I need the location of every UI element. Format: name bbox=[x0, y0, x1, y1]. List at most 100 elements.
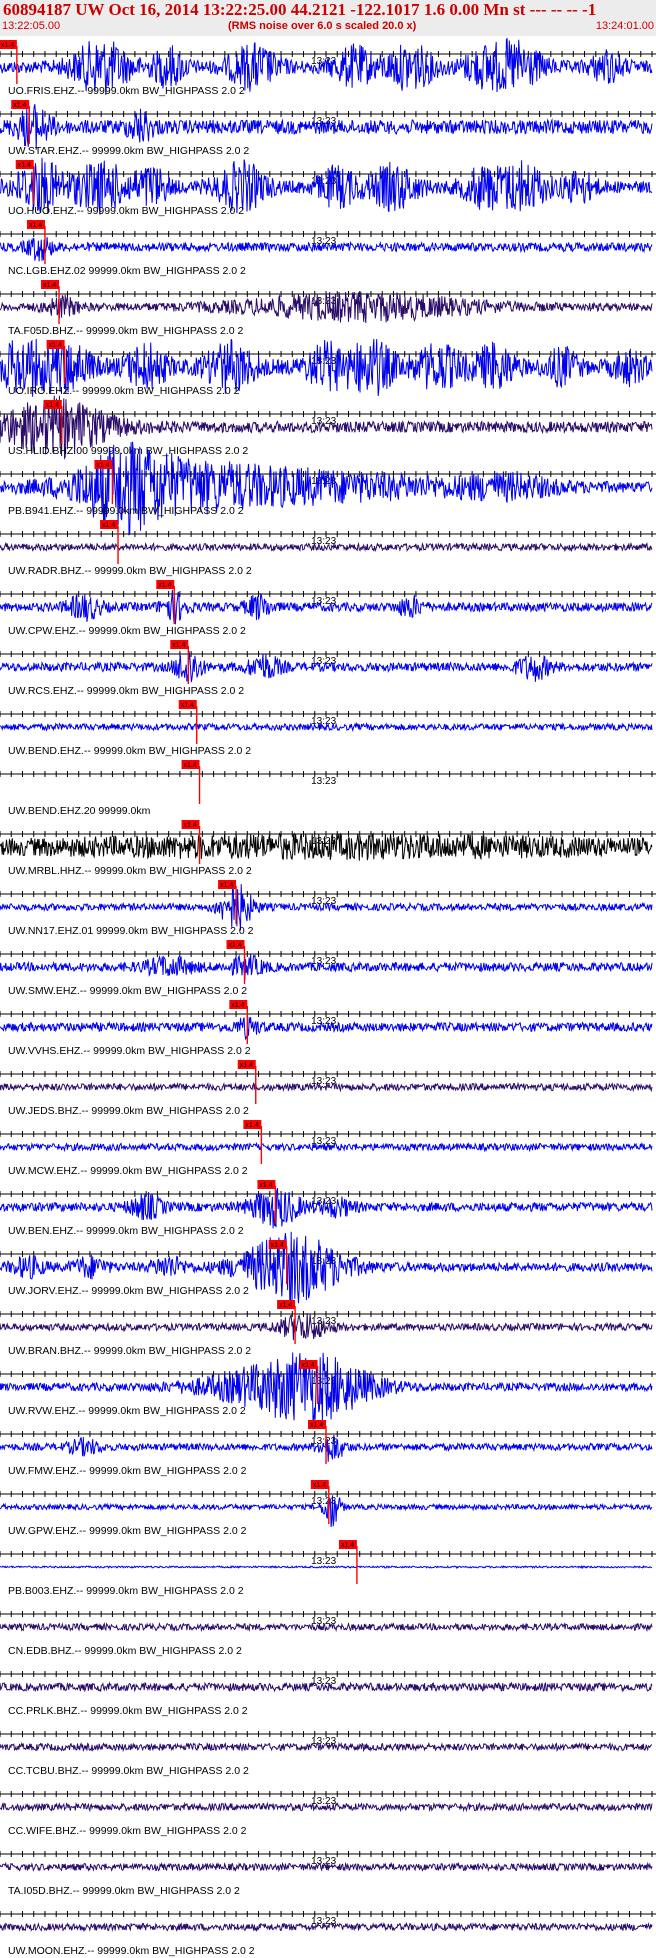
trace-row: 13:23UW.BEN.EHZ.-- 99999.0km BW_HIGHPASS… bbox=[0, 1180, 656, 1237]
trace-row: 13:23UW.FMW.EHZ.-- 99999.0km BW_HIGHPASS… bbox=[0, 1420, 656, 1477]
pick-marker-label: x1.4 bbox=[1, 42, 14, 49]
pick-marker-label: x1.4 bbox=[184, 822, 197, 829]
station-label: UW.RCS.EHZ.-- 99999.0km BW_HIGHPASS 2.0 … bbox=[8, 685, 244, 697]
waveform-trace bbox=[0, 291, 653, 324]
trace-row: 13:23UO.IRO.EHZ.-- 99999.0km BW_HIGHPASS… bbox=[0, 338, 656, 397]
trace-row: 13:23NC.LGB.EHZ.02 99999.0km BW_HIGHPASS… bbox=[0, 220, 656, 277]
station-label: UW.FMW.EHZ.-- 99999.0km BW_HIGHPASS 2.0 … bbox=[8, 1465, 247, 1477]
trace-row: 13:23CN.EDB.BHZ.-- 99999.0km BW_HIGHPASS… bbox=[0, 1611, 656, 1657]
pick-marker-label: x1.4 bbox=[271, 1242, 284, 1249]
trace-row: 13:23US.HLID.BHZ.00 99999.0km BW_HIGHPAS… bbox=[0, 395, 656, 460]
minute-tick-label: 13:23 bbox=[311, 776, 336, 787]
minute-tick-label: 13:23 bbox=[311, 1556, 336, 1567]
trace-row: 13:23UW.MCW.EHZ.-- 99999.0km BW_HIGHPASS… bbox=[0, 1120, 656, 1177]
station-label: UW.NN17.EHZ.01 99999.0km BW_HIGHPASS 2.0… bbox=[8, 925, 254, 937]
pick-marker-label: x1.4 bbox=[158, 582, 171, 589]
station-label: UW.CPW.EHZ.-- 99999.0km BW_HIGHPASS 2.0 … bbox=[8, 625, 246, 637]
rms-noise-note: (RMS noise over 6.0 s scaled 20.0 x) bbox=[228, 20, 417, 32]
pick-marker-label: x1.4 bbox=[310, 1422, 323, 1429]
trace-row: 13:23UW.BEND.EHZ.-- 99999.0km BW_HIGHPAS… bbox=[0, 700, 656, 757]
seismogram-plot: 13:23 UO.FRIS.EHZ.-- 99999.0km BW_HIGHPAS… bbox=[0, 37, 656, 1957]
pick-marker-label: x1.4 bbox=[43, 282, 56, 289]
pick-marker-label: x1.4 bbox=[184, 762, 197, 769]
pick-marker-label: x1.4 bbox=[302, 1362, 315, 1369]
trace-row: 13:23CC.TCBU.BHZ.-- 99999.0km BW_HIGHPAS… bbox=[0, 1731, 656, 1777]
trace-row: 13:23CC.PRLK.BHZ.-- 99999.0km BW_HIGHPAS… bbox=[0, 1671, 656, 1717]
pick-marker-label: x1.4 bbox=[220, 882, 233, 889]
trace-row: 13:23UW.CPW.EHZ.-- 99999.0km BW_HIGHPASS… bbox=[0, 580, 656, 637]
station-label: UW.VVHS.EHZ.-- 99999.0km BW_HIGHPASS 2.0… bbox=[8, 1045, 251, 1057]
trace-row: 13:23CC.WIFE.BHZ.-- 99999.0km BW_HIGHPAS… bbox=[0, 1791, 656, 1837]
station-label: UO.HUO.EHZ.-- 99999.0km BW_HIGHPASS 2.0 … bbox=[8, 205, 244, 217]
station-label: UW.MRBL.HHZ.-- 99999.0km BW_HIGHPASS 2.0… bbox=[8, 865, 252, 877]
station-label: CC.WIFE.BHZ.-- 99999.0km BW_HIGHPASS 2.0… bbox=[8, 1825, 247, 1837]
station-label: UW.STAR.EHZ.-- 99999.0km BW_HIGHPASS 2.0… bbox=[8, 145, 249, 157]
trace-row: 13:23 UW.BEND.EHZ.20 99999.0km x1.4 bbox=[0, 760, 656, 817]
pick-marker-label: x1.4 bbox=[102, 522, 115, 529]
trace-row: 13:23UW.BRAN.BHZ.-- 99999.0km BW_HIGHPAS… bbox=[0, 1300, 656, 1357]
station-label: UW.BEN.EHZ.-- 99999.0km BW_HIGHPASS 2.0 … bbox=[8, 1225, 244, 1237]
trace-row: 13:23UO.FRIS.EHZ.-- 99999.0km BW_HIGHPAS… bbox=[0, 37, 656, 97]
trace-row: 13:23UW.MOON.EHZ.-- 99999.0km BW_HIGHPAS… bbox=[0, 1911, 656, 1957]
station-label: UW.RVW.EHZ.-- 99999.0km BW_HIGHPASS 2.0 … bbox=[8, 1405, 246, 1417]
station-label: UW.BEND.EHZ.-- 99999.0km BW_HIGHPASS 2.0… bbox=[8, 745, 251, 757]
pick-marker-label: x1.4 bbox=[279, 1302, 292, 1309]
pick-marker-label: x1.4 bbox=[18, 162, 31, 169]
trace-row: 13:23TA.F05D.BHZ.-- 99999.0km BW_HIGHPAS… bbox=[0, 280, 656, 337]
station-label: UO.IRO.EHZ.-- 99999.0km BW_HIGHPASS 2.0 … bbox=[8, 385, 240, 397]
pick-marker-label: x1.4 bbox=[49, 342, 62, 349]
station-label: NC.LGB.EHZ.02 99999.0km BW_HIGHPASS 2.0 … bbox=[8, 265, 246, 277]
station-label: PB.B941.EHZ.-- 99999.0km BW_HIGHPASS 2.0… bbox=[8, 505, 244, 517]
pick-marker-label: x1.4 bbox=[231, 1002, 244, 1009]
trace-row: 13:23UW.MRBL.HHZ.-- 99999.0km BW_HIGHPAS… bbox=[0, 820, 656, 877]
station-label: TA.F05D.BHZ.-- 99999.0km BW_HIGHPASS 2.0… bbox=[8, 325, 244, 337]
pick-marker-label: x1.4 bbox=[46, 402, 59, 409]
pick-marker-label: x1.4 bbox=[181, 702, 194, 709]
trace-row: 13:23UW.VVHS.EHZ.-- 99999.0km BW_HIGHPAS… bbox=[0, 1000, 656, 1057]
station-label: UW.MOON.EHZ.-- 99999.0km BW_HIGHPASS 2.0… bbox=[8, 1945, 255, 1957]
station-label: CC.PRLK.BHZ.-- 99999.0km BW_HIGHPASS 2.0… bbox=[8, 1705, 248, 1717]
trace-row: 13:23UW.STAR.EHZ.-- 99999.0km BW_HIGHPAS… bbox=[0, 100, 656, 157]
trace-row: 13:23UW.RADR.BHZ.-- 99999.0km BW_HIGHPAS… bbox=[0, 520, 656, 577]
trace-row: 13:23 PB.B003.EHZ.-- 99999.0km BW_HIGHPAS… bbox=[0, 1540, 656, 1597]
pick-marker-label: x1.4 bbox=[172, 642, 185, 649]
station-label: US.HLID.BHZ.00 99999.0km BW_HIGHPASS 2.0… bbox=[8, 445, 248, 457]
trace-row: 13:23UW.JEDS.BHZ.-- 99999.0km BW_HIGHPAS… bbox=[0, 1060, 656, 1117]
trace-row: 13:23TA.I05D.BHZ.-- 99999.0km BW_HIGHPAS… bbox=[0, 1851, 656, 1897]
station-label: UW.BRAN.BHZ.-- 99999.0km BW_HIGHPASS 2.0… bbox=[8, 1345, 251, 1357]
pick-marker-label: x1.4 bbox=[341, 1542, 354, 1549]
trace-row: 13:23UW.RCS.EHZ.-- 99999.0km BW_HIGHPASS… bbox=[0, 640, 656, 697]
trace-row: 13:23UW.GPW.EHZ.-- 99999.0km BW_HIGHPASS… bbox=[0, 1480, 656, 1537]
station-label: UO.FRIS.EHZ.-- 99999.0km BW_HIGHPASS 2.0… bbox=[8, 85, 245, 97]
waveform-trace bbox=[0, 1861, 653, 1873]
station-label: CN.EDB.BHZ.-- 99999.0km BW_HIGHPASS 2.0 … bbox=[8, 1645, 242, 1657]
trace-row: 13:23UW.RVW.EHZ.-- 99999.0km BW_HIGHPASS… bbox=[0, 1352, 656, 1424]
trace-row: 13:23UW.SMW.EHZ.-- 99999.0km BW_HIGHPASS… bbox=[0, 940, 656, 997]
station-label: CC.TCBU.BHZ.-- 99999.0km BW_HIGHPASS 2.0… bbox=[8, 1765, 249, 1777]
pick-marker-label: x1.4 bbox=[259, 1182, 272, 1189]
station-label: UW.MCW.EHZ.-- 99999.0km BW_HIGHPASS 2.0 … bbox=[8, 1165, 248, 1177]
trace-row: 13:23UO.HUO.EHZ.-- 99999.0km BW_HIGHPASS… bbox=[0, 157, 656, 217]
station-label: UW.RADR.BHZ.-- 99999.0km BW_HIGHPASS 2.0… bbox=[8, 565, 252, 577]
pick-marker-label: x1.4 bbox=[96, 462, 109, 469]
station-label: PB.B003.EHZ.-- 99999.0km BW_HIGHPASS 2.0… bbox=[8, 1585, 244, 1597]
station-label: UW.GPW.EHZ.-- 99999.0km BW_HIGHPASS 2.0 … bbox=[8, 1525, 247, 1537]
station-label: TA.I05D.BHZ.-- 99999.0km BW_HIGHPASS 2.0… bbox=[8, 1885, 240, 1897]
trace-row: 13:23UW.JORV.EHZ.-- 99999.0km BW_HIGHPAS… bbox=[0, 1231, 656, 1304]
page-title: 60894187 UW Oct 16, 2014 13:22:25.00 44.… bbox=[3, 0, 597, 19]
pick-marker-label: x1.4 bbox=[29, 222, 42, 229]
station-label: UW.BEND.EHZ.20 99999.0km bbox=[8, 805, 151, 817]
trace-row: 13:23UW.NN17.EHZ.01 99999.0km BW_HIGHPAS… bbox=[0, 880, 656, 937]
pick-marker-label: x1.4 bbox=[245, 1122, 258, 1129]
waveform-trace bbox=[0, 1741, 653, 1753]
pick-marker-label: x1.4 bbox=[313, 1482, 326, 1489]
pick-marker-label: x1.4 bbox=[13, 102, 26, 109]
time-start-label: 13:22:05.00 bbox=[2, 20, 61, 32]
header-bar: 60894187 UW Oct 16, 2014 13:22:25.00 44.… bbox=[0, 0, 656, 36]
pick-marker-label: x1.4 bbox=[229, 942, 242, 949]
station-label: UW.JEDS.BHZ.-- 99999.0km BW_HIGHPASS 2.0… bbox=[8, 1105, 249, 1117]
station-label: UW.SMW.EHZ.-- 99999.0km BW_HIGHPASS 2.0 … bbox=[8, 985, 247, 997]
time-end-label: 13:24:01.00 bbox=[595, 20, 654, 32]
pick-marker-label: x1.4 bbox=[240, 1062, 253, 1069]
station-label: UW.JORV.EHZ.-- 99999.0km BW_HIGHPASS 2.0… bbox=[8, 1285, 249, 1297]
